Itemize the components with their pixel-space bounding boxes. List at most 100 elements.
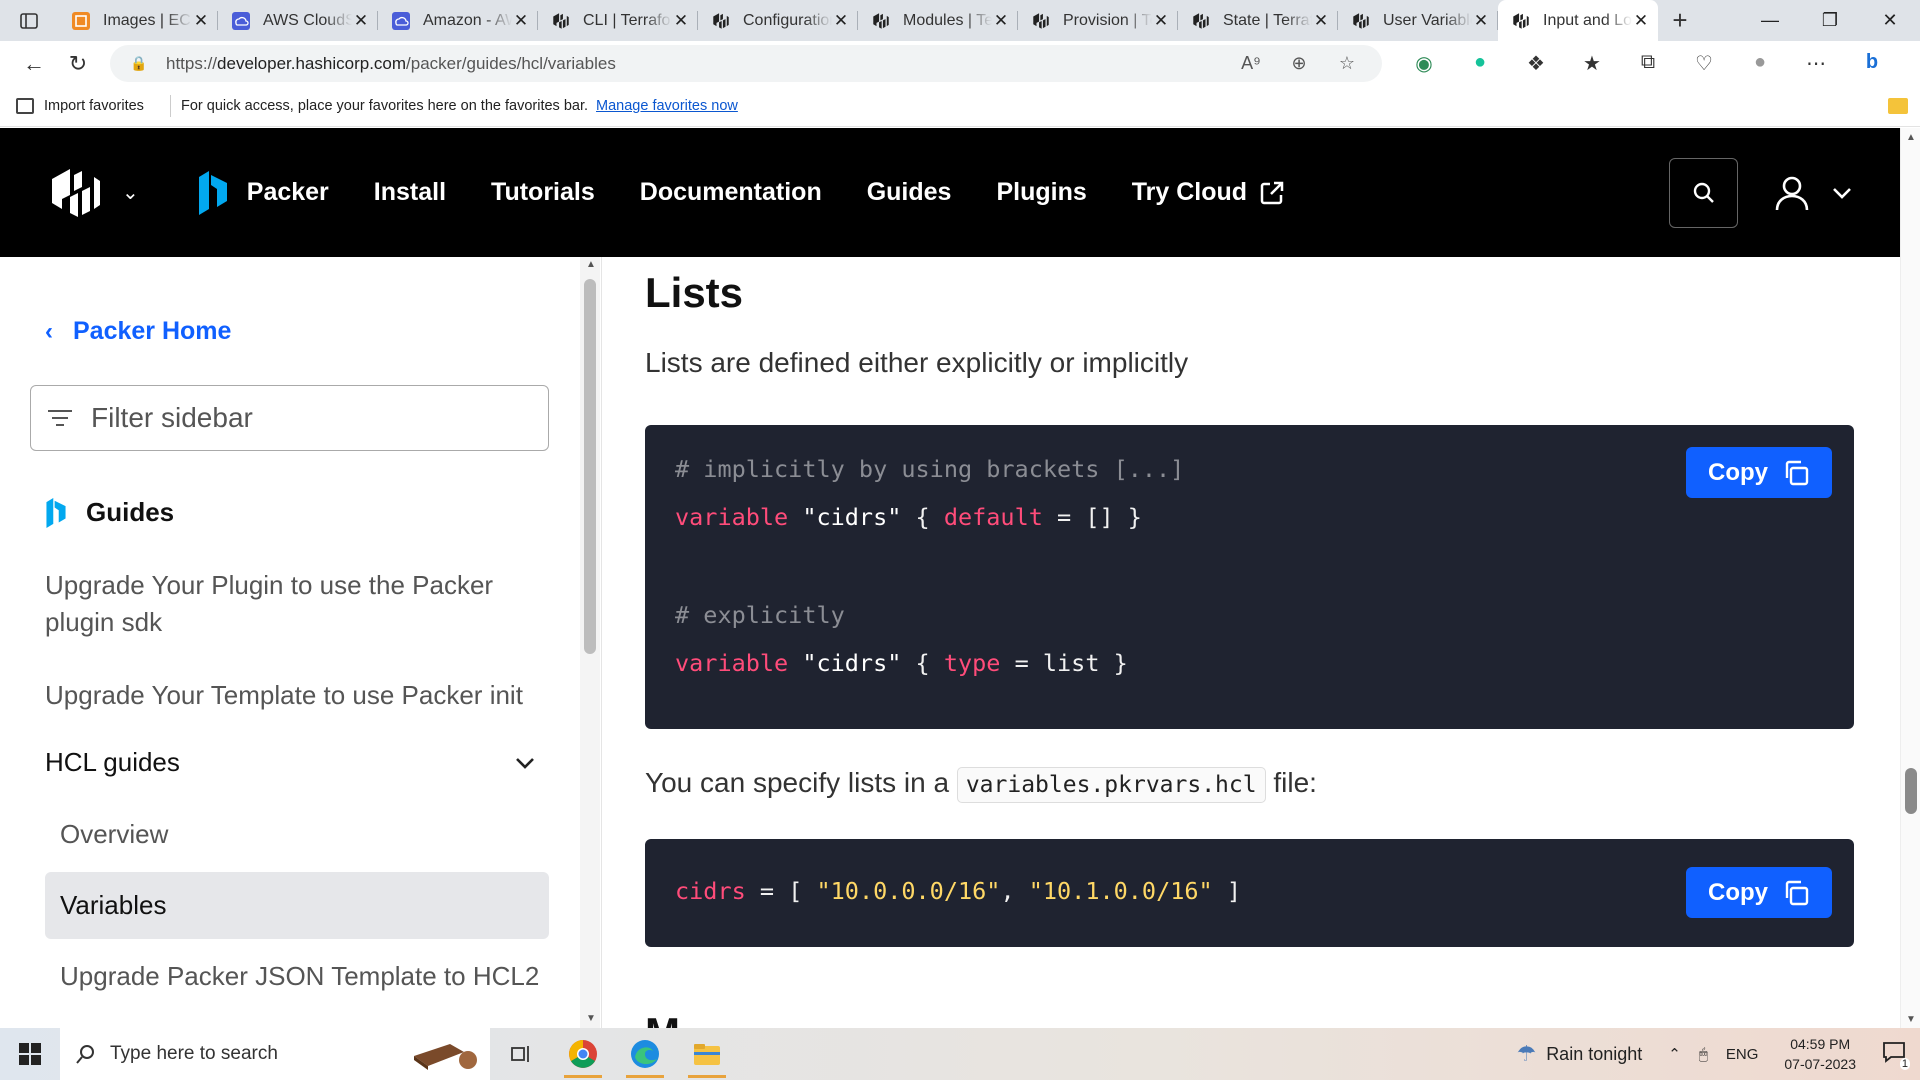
favorites-bar: Import favorites For quick access, place… [0, 86, 1920, 127]
close-tab-icon[interactable]: ✕ [672, 11, 690, 31]
hashicorp-logo-icon[interactable] [48, 165, 104, 221]
close-tab-icon[interactable]: ✕ [1152, 11, 1170, 31]
edge-icon[interactable] [614, 1028, 676, 1080]
filter-icon [48, 410, 72, 426]
search-icon [76, 1045, 94, 1064]
search-button[interactable] [1669, 157, 1738, 228]
hashicorp-menu-chevron-icon[interactable]: ⌄ [122, 180, 139, 205]
file-explorer-icon[interactable] [676, 1028, 738, 1080]
page-scrollbar[interactable]: ▲ ▼ [1900, 128, 1920, 1028]
browser-tab[interactable]: User Variables✕ [1338, 0, 1498, 41]
close-tab-icon[interactable]: ✕ [192, 11, 210, 31]
minimize-icon[interactable]: — [1740, 0, 1800, 41]
chrome-icon[interactable] [552, 1028, 614, 1080]
new-tab-button[interactable]: + [1658, 0, 1702, 41]
favorites-divider [170, 95, 171, 117]
sidebar-item-upgrade-plugin[interactable]: Upgrade Your Plugin to use the Packer pl… [45, 567, 525, 641]
task-view-icon[interactable] [490, 1028, 552, 1080]
lock-icon[interactable]: 🔒 [130, 55, 156, 72]
close-tab-icon[interactable]: ✕ [832, 11, 850, 31]
close-tab-icon[interactable]: ✕ [1632, 11, 1650, 31]
nav-guides[interactable]: Guides [867, 178, 952, 207]
close-tab-icon[interactable]: ✕ [992, 11, 1010, 31]
notifications-icon[interactable]: 1 [1882, 1041, 1910, 1070]
import-favorites-button[interactable]: Import favorites [0, 98, 170, 114]
more-menu-icon[interactable]: ⋯ [1788, 51, 1844, 76]
browser-tab-title: State | Terraform [1223, 11, 1312, 29]
other-favorites-folder-icon[interactable] [1888, 98, 1908, 114]
favorites-list-icon[interactable]: ★ [1564, 51, 1620, 76]
import-icon [16, 98, 34, 114]
browser-tab-title: Images | EC2 [103, 11, 192, 29]
browser-tab[interactable]: AWS CloudShell✕ [218, 0, 378, 41]
browser-tab[interactable]: Provision | Terraform✕ [1018, 0, 1178, 41]
copy-button[interactable]: Copy [1686, 867, 1832, 918]
restore-icon[interactable]: ❐ [1800, 0, 1860, 41]
system-clock[interactable]: 04:59 PM 07-07-2023 [1784, 1034, 1856, 1074]
show-hidden-icons-chevron-icon[interactable]: ⌃ [1668, 1045, 1681, 1063]
extension-globe-icon[interactable]: ◉ [1396, 51, 1452, 76]
browser-tab-title: AWS CloudShell [263, 11, 352, 29]
sidebar-item-overview[interactable]: Overview [45, 801, 549, 868]
nav-plugins[interactable]: Plugins [996, 178, 1086, 207]
page-scrollbar-thumb[interactable] [1905, 768, 1917, 814]
packer-home-link[interactable]: ‹ Packer Home [45, 317, 231, 346]
nav-packer[interactable]: Packer [247, 178, 329, 207]
tab-actions-menu-icon[interactable] [0, 0, 58, 41]
profile-avatar-icon[interactable]: ● [1732, 51, 1788, 76]
nav-tutorials[interactable]: Tutorials [491, 178, 595, 207]
nav-install[interactable]: Install [374, 178, 446, 207]
sidebar: ‹ Packer Home Guides Upgrade Your Plugin… [0, 257, 602, 1028]
sidebar-scroll-up-icon[interactable]: ▲ [586, 259, 596, 270]
nav-documentation[interactable]: Documentation [640, 178, 822, 207]
sidebar-item-upgrade-template[interactable]: Upgrade Your Template to use Packer init [45, 677, 525, 714]
language-indicator[interactable]: ENG [1726, 1046, 1759, 1063]
grammarly-icon[interactable]: ● [1452, 51, 1508, 76]
extensions-puzzle-icon[interactable]: ❖ [1508, 51, 1564, 76]
filter-sidebar-field[interactable] [30, 385, 549, 451]
url-field[interactable]: 🔒 https://developer.hashicorp.com/packer… [110, 45, 1382, 82]
sidebar-scroll-down-icon[interactable]: ▼ [586, 1013, 596, 1024]
windows-start-icon[interactable] [0, 1043, 60, 1065]
browser-tab[interactable]: Input and Local✕ [1498, 0, 1658, 41]
refresh-icon[interactable]: ↻ [56, 44, 100, 84]
weather-widget[interactable]: ☂ Rain tonight [1516, 1041, 1642, 1067]
browser-tab[interactable]: CLI | Terraform✕ [538, 0, 698, 41]
nav-try-cloud[interactable]: Try Cloud [1132, 178, 1285, 207]
bing-copilot-icon[interactable]: b [1844, 51, 1900, 76]
close-tab-icon[interactable]: ✕ [1312, 11, 1330, 31]
hashicorp-icon [1031, 11, 1051, 31]
zoom-icon[interactable]: ⊕ [1286, 53, 1312, 74]
sidebar-item-upgrade-json-to-hcl2[interactable]: Upgrade Packer JSON Template to HCL2 [45, 943, 549, 1010]
browser-tab[interactable]: Configuration ✕ [698, 0, 858, 41]
network-icon[interactable]: 🖱 [1699, 1046, 1708, 1063]
copy-icon [1785, 880, 1809, 905]
performance-heart-icon[interactable]: ♡ [1676, 51, 1732, 76]
back-arrow-icon[interactable]: ← [12, 44, 56, 84]
scroll-up-arrow-icon[interactable]: ▲ [1906, 132, 1916, 143]
hcl-guides-group[interactable]: HCL guides [45, 747, 535, 778]
code-block-list-values: cidrs = [ "10.0.0.0/16", "10.1.0.0/16" ]… [645, 839, 1854, 947]
browser-tab[interactable]: State | Terraform✕ [1178, 0, 1338, 41]
code-comment: # explicitly [675, 601, 845, 629]
sidebar-item-variables[interactable]: Variables [45, 872, 549, 939]
read-aloud-icon[interactable]: A⁹ [1238, 53, 1264, 74]
close-tab-icon[interactable]: ✕ [352, 11, 370, 31]
lists-file-text: You can specify lists in a variables.pkr… [645, 767, 1317, 803]
sidebar-scrollbar-thumb[interactable] [584, 279, 596, 654]
close-tab-icon[interactable]: ✕ [512, 11, 530, 31]
taskbar-search-box[interactable]: Type here to search [60, 1028, 490, 1080]
browser-tab[interactable]: Images | EC2 ✕ [58, 0, 218, 41]
sidebar-scrollbar[interactable]: ▲ ▼ [580, 257, 600, 1028]
manage-favorites-link[interactable]: Manage favorites now [596, 98, 738, 114]
user-menu-button[interactable] [1774, 175, 1852, 211]
close-window-icon[interactable]: ✕ [1860, 0, 1920, 41]
filter-sidebar-input[interactable] [91, 402, 511, 434]
browser-tab[interactable]: Modules | Terraform✕ [858, 0, 1018, 41]
scroll-down-arrow-icon[interactable]: ▼ [1906, 1014, 1916, 1025]
favorite-star-icon[interactable]: ☆ [1334, 53, 1360, 74]
copy-button[interactable]: Copy [1686, 447, 1832, 498]
close-tab-icon[interactable]: ✕ [1472, 11, 1490, 31]
browser-tab[interactable]: Amazon - AWS✕ [378, 0, 538, 41]
collections-icon[interactable]: ⧉ [1620, 51, 1676, 76]
